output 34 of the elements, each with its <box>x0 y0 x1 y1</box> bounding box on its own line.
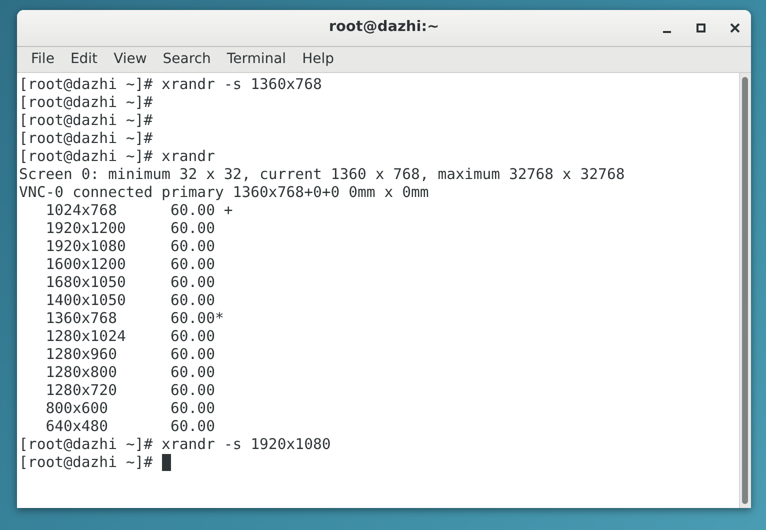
terminal-line: 800x600 60.00 <box>44 400 215 418</box>
window-title: root@dazhi:~ <box>328 18 440 38</box>
terminal-line: 1600x1200 60.00 <box>44 256 215 274</box>
menu-item[interactable]: View <box>106 49 155 70</box>
close-icon <box>730 23 740 33</box>
menu-item[interactable]: Edit <box>62 49 106 70</box>
maximize-icon <box>696 23 706 33</box>
terminal-line: 1280x960 60.00 <box>44 346 215 364</box>
terminal-line: 640x480 60.00 <box>44 418 215 436</box>
terminal-line: [root@dazhi ~]# <box>19 454 154 472</box>
terminal-line: 1280x1024 60.00 <box>44 328 215 346</box>
terminal-line: [root@dazhi ~]# xrandr -s 1360x768 <box>19 76 322 94</box>
scrollbar-track[interactable] <box>739 73 751 508</box>
terminal-line: 1360x768 60.00* <box>44 310 224 328</box>
terminal-line: 1920x1080 60.00 <box>44 238 215 256</box>
terminal-line: VNC-0 connected primary 1360x768+0+0 0mm x 0mm <box>19 184 429 202</box>
terminal-line: 1680x1050 60.00 <box>44 274 215 292</box>
menu-item[interactable]: Terminal <box>218 49 294 70</box>
terminal-line: [root@dazhi ~]# <box>19 112 153 130</box>
terminal-line: Screen 0: minimum 32 x 32, current 1360 x 768, maximum 32768 x 32768 <box>19 166 625 184</box>
terminal-line: 1280x720 60.00 <box>44 382 215 400</box>
menu-item[interactable]: File <box>23 49 62 70</box>
terminal-line: 1920x1200 60.00 <box>44 220 215 238</box>
terminal-line: 1024x768 60.00 + <box>44 202 233 220</box>
terminal-line: [root@dazhi ~]# xrandr -s 1920x1080 <box>19 436 331 454</box>
minimize-icon <box>663 31 671 33</box>
terminal-line: 1280x800 60.00 <box>44 364 215 382</box>
terminal-line: 1400x1050 60.00 <box>44 292 215 310</box>
terminal-line: [root@dazhi ~]# xrandr <box>19 148 215 166</box>
menu-item[interactable]: Search <box>154 49 219 70</box>
menu-item[interactable]: Help <box>294 49 342 70</box>
scrollbar-thumb[interactable] <box>742 77 748 504</box>
terminal-line: [root@dazhi ~]# <box>19 130 153 148</box>
terminal-line: [root@dazhi ~]# <box>19 94 153 112</box>
